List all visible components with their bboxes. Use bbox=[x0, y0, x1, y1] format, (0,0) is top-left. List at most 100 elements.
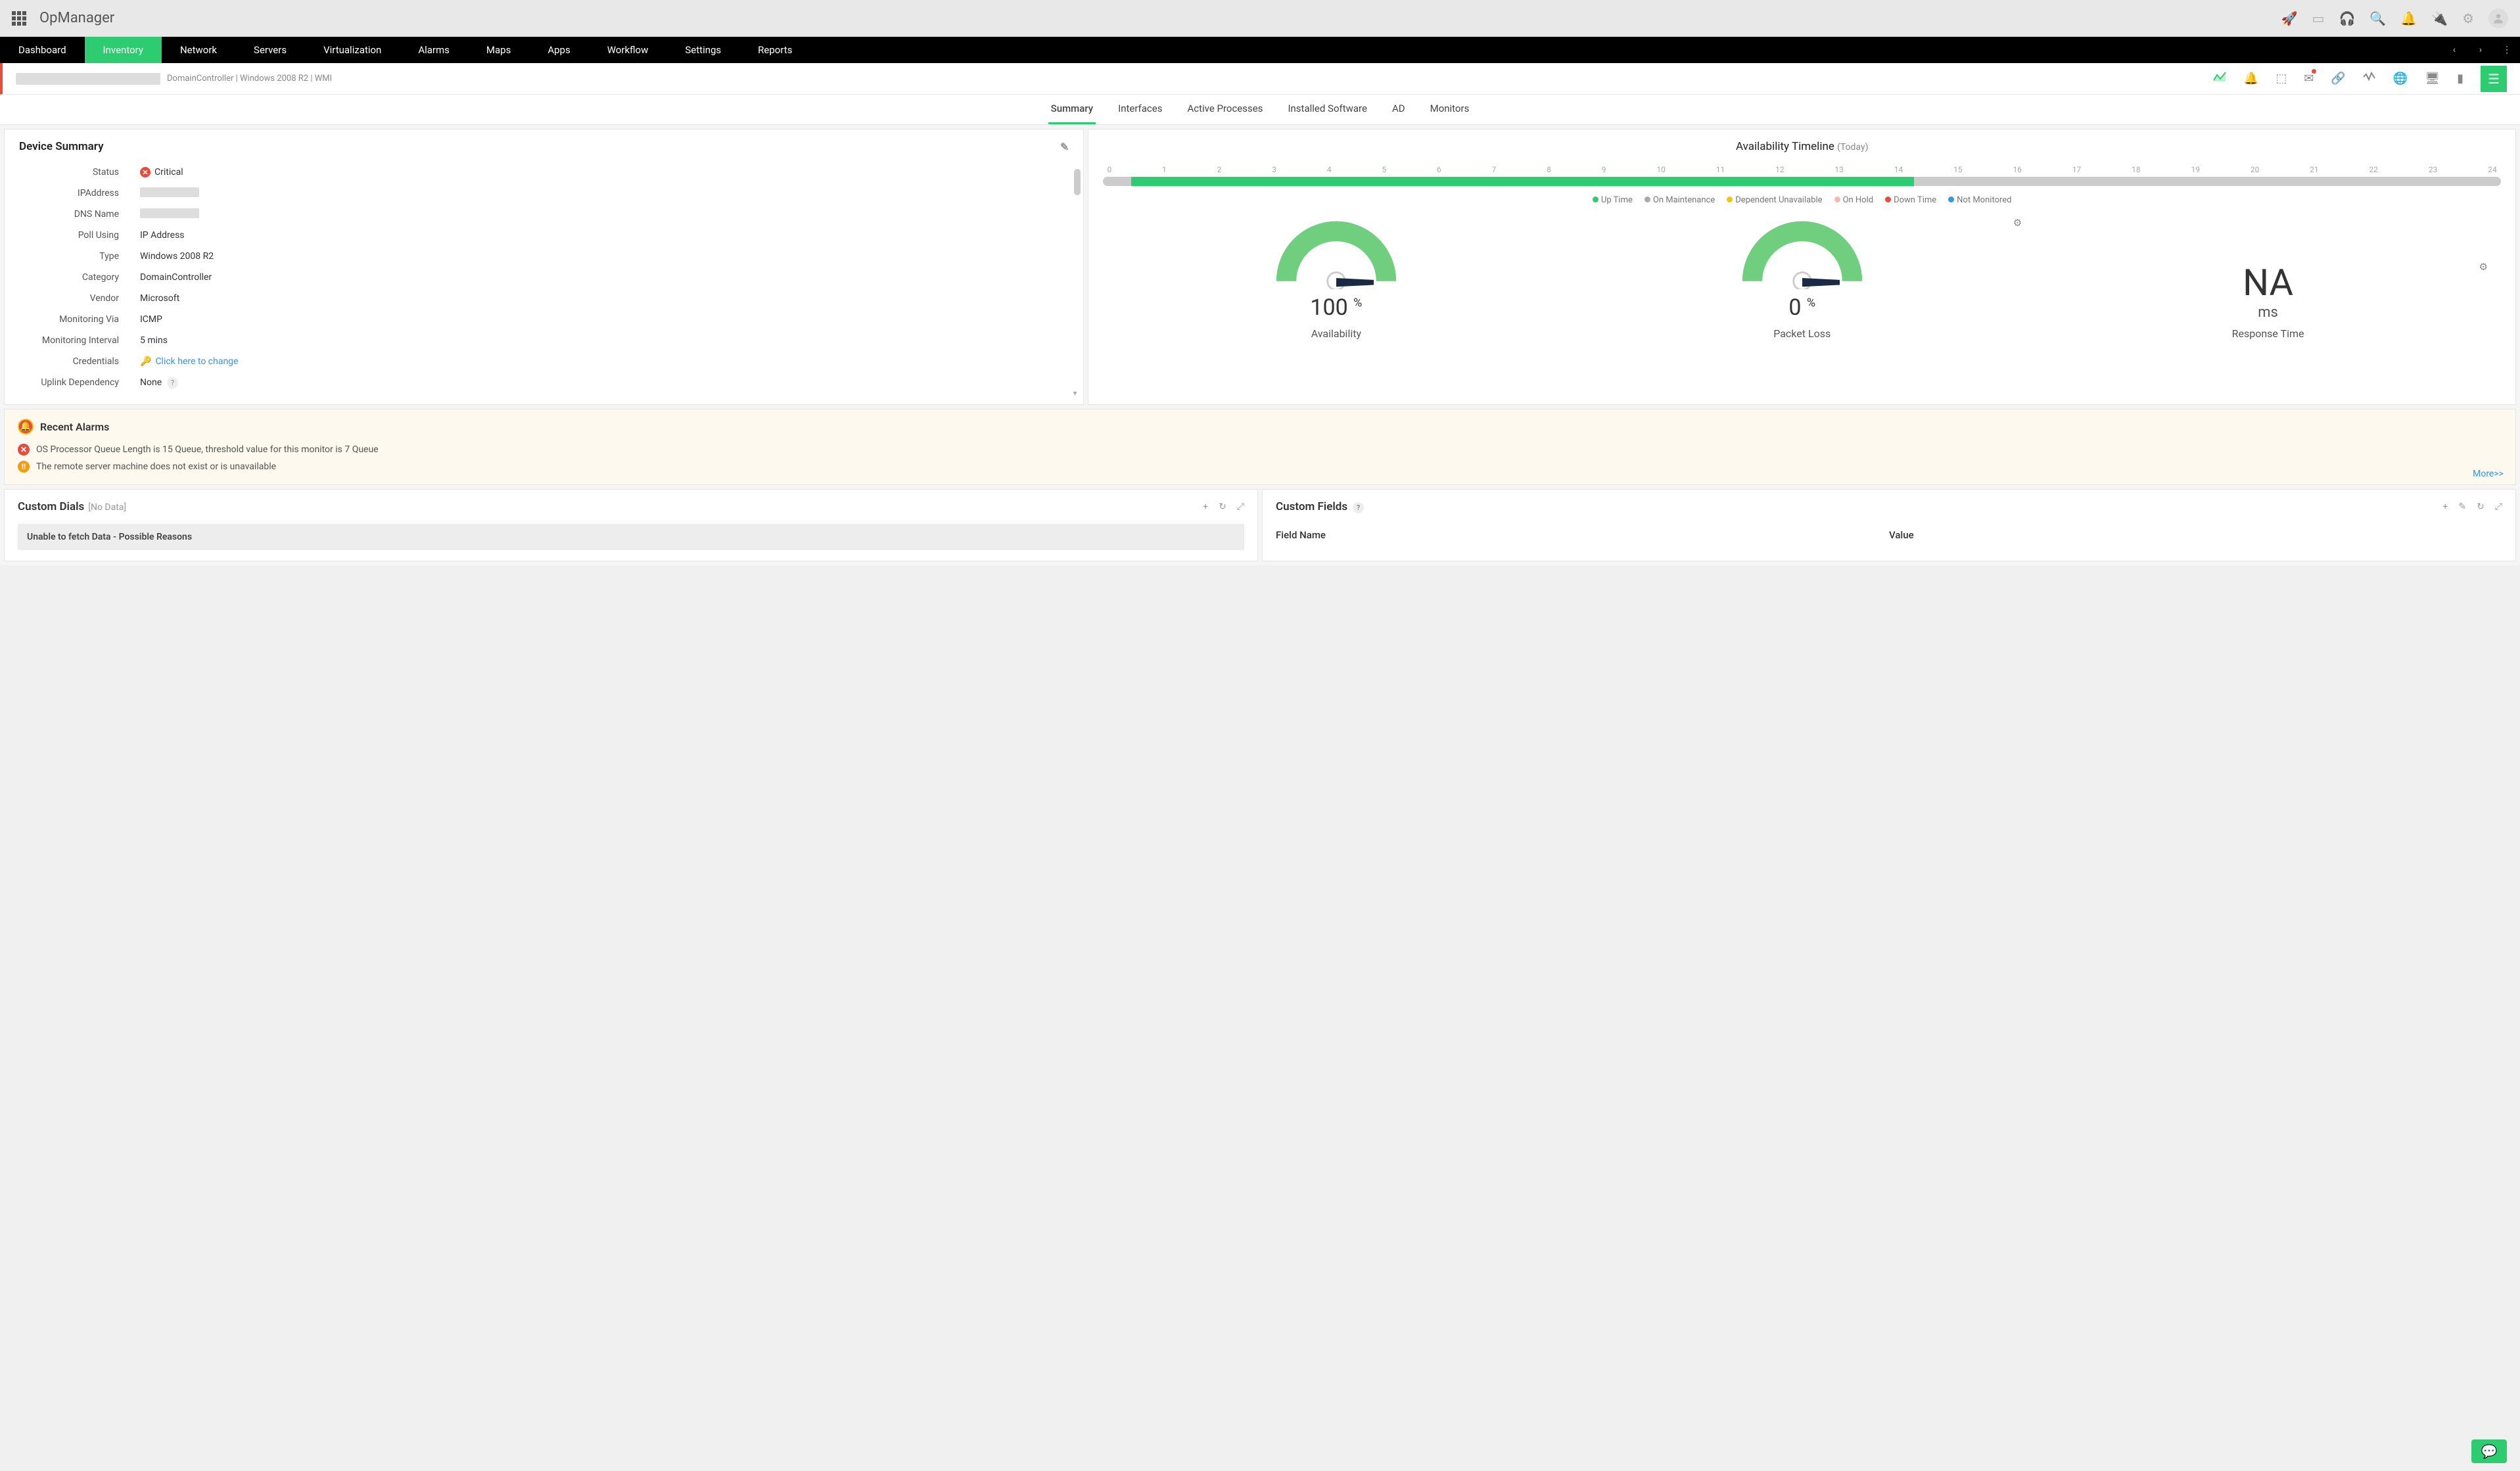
topbar-left: OpManager bbox=[12, 10, 114, 26]
nav-item-maps[interactable]: Maps bbox=[468, 37, 529, 63]
alarm-bell-icon: 🔔 bbox=[18, 419, 34, 434]
device-summary-card: Device Summary ✎ Status✕CriticalIPAddres… bbox=[4, 129, 1084, 405]
summary-value: 5 mins bbox=[140, 331, 1067, 350]
refresh-icon[interactable]: ↻ bbox=[1219, 502, 1226, 512]
globe-icon[interactable]: 🌐 bbox=[2393, 72, 2408, 85]
hamburger-button[interactable]: ☰ bbox=[2481, 66, 2507, 92]
help-icon[interactable]: ? bbox=[167, 377, 178, 388]
refresh-icon[interactable]: ↻ bbox=[2477, 502, 2485, 512]
nav-item-apps[interactable]: Apps bbox=[529, 37, 588, 63]
presentation-icon[interactable]: ▭ bbox=[2312, 11, 2325, 26]
plug-icon[interactable]: 🔌 bbox=[2431, 11, 2448, 26]
apps-grid-icon[interactable] bbox=[12, 11, 26, 26]
tab-ad[interactable]: AD bbox=[1389, 95, 1408, 124]
alarm-icon[interactable]: 🔔 bbox=[2244, 72, 2258, 85]
timeline-legend: Up TimeOn MaintenanceDependent Unavailab… bbox=[1103, 195, 2501, 205]
mail-icon[interactable]: ✉ bbox=[2304, 72, 2314, 85]
summary-value[interactable]: 🔑Click here to change bbox=[140, 352, 1067, 371]
breadcrumb: DomainController | Windows 2008 R2 | WMI bbox=[16, 73, 332, 85]
chat-button[interactable]: 💬 bbox=[2471, 1439, 2507, 1463]
alarms-more-link[interactable]: More>> bbox=[2473, 469, 2504, 479]
expand-icon[interactable]: ⤢ bbox=[2495, 502, 2502, 512]
edit-icon[interactable]: ✎ bbox=[2458, 502, 2466, 512]
summary-label: DNS Name bbox=[20, 204, 139, 224]
topbar-icons: 🚀 ▭ 🎧 🔍 🔔 🔌 ⚙ bbox=[2281, 9, 2508, 28]
device-summary-title: Device Summary bbox=[19, 140, 104, 153]
summary-value: None? bbox=[140, 373, 1067, 392]
summary-value bbox=[140, 204, 1067, 224]
nav-item-virtualization[interactable]: Virtualization bbox=[305, 37, 400, 63]
alarm-row[interactable]: ✕OS Processor Queue Length is 15 Queue, … bbox=[18, 441, 2502, 458]
device-name-redacted bbox=[16, 73, 160, 85]
fields-col-value: Value bbox=[1889, 529, 2502, 541]
expand-icon[interactable]: ⤢ bbox=[1237, 502, 1244, 512]
nav-item-inventory[interactable]: Inventory bbox=[85, 37, 162, 63]
custom-fields-title: Custom Fields bbox=[1276, 500, 1347, 513]
summary-value: ✕Critical bbox=[140, 162, 1067, 182]
legend-item: Down Time bbox=[1885, 195, 1936, 205]
nav-item-settings[interactable]: Settings bbox=[666, 37, 739, 63]
add-icon[interactable]: + bbox=[1203, 502, 1208, 512]
summary-label: IPAddress bbox=[20, 183, 139, 203]
summary-value bbox=[140, 183, 1067, 203]
availability-subtitle: (Today) bbox=[1837, 142, 1868, 152]
tab-active-processes[interactable]: Active Processes bbox=[1184, 95, 1265, 124]
summary-label: Vendor bbox=[20, 289, 139, 308]
bell-icon[interactable]: 🔔 bbox=[2400, 11, 2417, 26]
nav-prev-icon[interactable]: ‹ bbox=[2441, 37, 2467, 63]
headset-icon[interactable]: 🎧 bbox=[2339, 11, 2355, 26]
nav-more-icon[interactable]: ⋮ bbox=[2494, 37, 2520, 63]
nav-item-reports[interactable]: Reports bbox=[739, 37, 810, 63]
custom-dials-card: Custom Dials [No Data] + ↻ ⤢ Unable to fe… bbox=[4, 489, 1258, 561]
nav-item-servers[interactable]: Servers bbox=[235, 37, 305, 63]
key-icon: 🔑 bbox=[140, 356, 151, 367]
nav-item-workflow[interactable]: Workflow bbox=[589, 37, 667, 63]
device-tabs: Summary Interfaces Active Processes Install… bbox=[0, 95, 2520, 125]
alarm-row[interactable]: !!The remote server machine does not exi… bbox=[18, 458, 2502, 475]
summary-value: IP Address bbox=[140, 225, 1067, 245]
scrollbar[interactable]: ▾ bbox=[1074, 169, 1081, 398]
gauge-config-icon[interactable]: ⚙ bbox=[2013, 217, 2022, 229]
gauge-availability: 100 % Availability bbox=[1103, 217, 1569, 340]
edit-icon[interactable]: ✎ bbox=[1060, 141, 1069, 153]
tab-summary[interactable]: Summary bbox=[1048, 95, 1096, 124]
tab-interfaces[interactable]: Interfaces bbox=[1115, 95, 1165, 124]
help-icon[interactable]: ? bbox=[1353, 502, 1364, 513]
summary-value: Microsoft bbox=[140, 289, 1067, 308]
severity-icon: ✕ bbox=[18, 444, 30, 455]
gear-icon[interactable]: ⚙ bbox=[2462, 11, 2474, 26]
custom-dials-nodata: [No Data] bbox=[88, 502, 126, 513]
custom-dials-message: Unable to fetch Data - Possible Reasons bbox=[18, 524, 1244, 550]
tab-monitors[interactable]: Monitors bbox=[1428, 95, 1472, 124]
recent-alarms-title: Recent Alarms bbox=[40, 421, 109, 433]
gauges-row: 100 % Availability ⚙ 0 % Packet Loss ⚙ N… bbox=[1103, 217, 2501, 340]
rocket-icon[interactable]: 🚀 bbox=[2281, 11, 2298, 26]
custom-dials-title: Custom Dials bbox=[18, 500, 84, 513]
link-icon[interactable]: 🔗 bbox=[2331, 72, 2345, 85]
nav-item-alarms[interactable]: Alarms bbox=[400, 37, 468, 63]
terminal-icon[interactable]: ▮ bbox=[2457, 72, 2463, 85]
subheader-actions: 🔔 ⬚ ✉ 🔗 🌐 🖥 ▮ ☰ bbox=[2212, 66, 2507, 92]
nav-item-dashboard[interactable]: Dashboard bbox=[0, 37, 85, 63]
topo-icon[interactable]: ⬚ bbox=[2275, 72, 2287, 85]
nav-item-network[interactable]: Network bbox=[162, 37, 235, 63]
summary-label: Category bbox=[20, 268, 139, 287]
avatar[interactable] bbox=[2488, 9, 2508, 28]
activity-icon[interactable] bbox=[2363, 72, 2376, 85]
monitor-icon[interactable]: 🖥 bbox=[2425, 72, 2440, 85]
summary-label: Monitoring Via bbox=[20, 310, 139, 329]
chart-icon[interactable] bbox=[2212, 71, 2227, 86]
brand-title: OpManager bbox=[39, 10, 114, 26]
summary-label: Uplink Dependency bbox=[20, 373, 139, 392]
legend-item: Not Monitored bbox=[1948, 195, 2011, 205]
nav-next-icon[interactable]: › bbox=[2467, 37, 2494, 63]
summary-label: Monitoring Interval bbox=[20, 331, 139, 350]
main-nav: DashboardInventoryNetworkServersVirtuali… bbox=[0, 37, 2520, 63]
tab-installed-software[interactable]: Installed Software bbox=[1285, 95, 1370, 124]
summary-label: Credentials bbox=[20, 352, 139, 371]
search-icon[interactable]: 🔍 bbox=[2369, 11, 2386, 26]
fields-col-name: Field Name bbox=[1276, 529, 1889, 541]
gauge-config-icon[interactable]: ⚙ bbox=[2479, 261, 2488, 273]
add-icon[interactable]: + bbox=[2442, 502, 2448, 512]
availability-title: Availability Timeline bbox=[1736, 140, 1834, 153]
